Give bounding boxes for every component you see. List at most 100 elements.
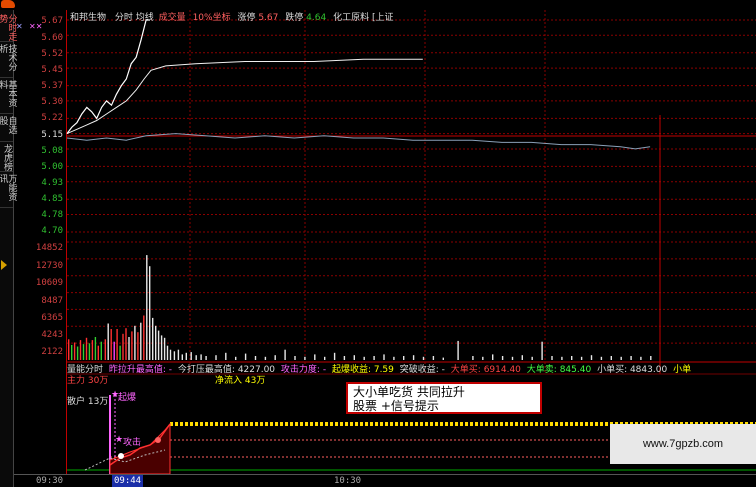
volume-bar bbox=[91, 340, 94, 360]
indicator-seg-attack-strength: 攻击力度: - bbox=[280, 365, 327, 375]
popup-line-1: 大小单吃货 共同拉升 bbox=[353, 385, 465, 399]
indicator-seg-burst-return: 起爆收益: 7.59 bbox=[331, 365, 394, 375]
indicator-seg-small-buy: 小单买: 4843.00 bbox=[597, 365, 668, 375]
volume-bar bbox=[116, 329, 118, 360]
volume-bar bbox=[119, 345, 121, 360]
volume-bar bbox=[630, 356, 632, 360]
stock-header: 和邦生物 分时 均线 成交量 10%坐标 涨停 5.67 跌停 4.64 化工原… bbox=[70, 10, 393, 23]
volume-bar bbox=[169, 349, 172, 360]
average-price-line bbox=[66, 58, 423, 135]
indicator-seg-big-buy: 大单买: 6914.40 bbox=[450, 365, 521, 375]
volume-bar bbox=[152, 317, 154, 360]
volume-bar bbox=[146, 255, 148, 360]
mode-intraday[interactable]: 分时 bbox=[115, 13, 133, 23]
volume-bar bbox=[225, 352, 227, 360]
volume-grid bbox=[67, 241, 756, 344]
volume-bar bbox=[541, 341, 543, 360]
volume-bar bbox=[79, 340, 82, 360]
volume-bar bbox=[177, 349, 180, 360]
up-stop-value: 5.67 bbox=[258, 13, 279, 23]
volume-bar bbox=[122, 333, 124, 360]
volume-bar bbox=[274, 355, 276, 360]
volume-bar bbox=[650, 356, 652, 360]
signal-dot bbox=[118, 453, 124, 459]
volume-bar bbox=[104, 339, 106, 360]
limit-scale-toggle[interactable]: 10%坐标 bbox=[193, 13, 231, 23]
signal-dot bbox=[155, 437, 161, 443]
up-stop-label: 涨停 bbox=[237, 13, 256, 23]
attack-star-icon: ★ bbox=[115, 435, 124, 445]
down-stop-value: 4.64 bbox=[306, 13, 327, 23]
mode-average[interactable]: 均线 bbox=[136, 13, 154, 23]
time-axis: 09:30 09:44 10:30 bbox=[14, 474, 756, 487]
volume-bar bbox=[472, 356, 474, 360]
volume-bar bbox=[482, 356, 484, 360]
volume-bar bbox=[215, 355, 217, 360]
volume-bar bbox=[68, 339, 70, 360]
net-inflow-label: 净流入 43万 bbox=[215, 376, 266, 386]
volume-bar bbox=[531, 356, 533, 360]
volume-bar bbox=[110, 329, 112, 360]
volume-bar bbox=[521, 355, 523, 360]
volume-bar bbox=[501, 356, 504, 360]
volume-bar bbox=[195, 355, 197, 360]
volume-bar bbox=[571, 356, 573, 360]
volume-bar bbox=[551, 356, 553, 360]
volume-bar bbox=[157, 330, 160, 360]
burst-label: 起爆 bbox=[118, 393, 137, 403]
exchange-label: [上证 bbox=[371, 13, 394, 23]
volume-bar bbox=[85, 337, 88, 360]
volume-bar bbox=[590, 355, 593, 360]
watermark: www.7gpzb.com bbox=[610, 424, 756, 464]
volume-bar bbox=[163, 337, 166, 360]
volume-bar bbox=[137, 332, 139, 360]
volume-bar bbox=[324, 356, 326, 360]
attack-label: 攻击 bbox=[123, 438, 142, 448]
volume-bar bbox=[71, 344, 73, 360]
volume-bar bbox=[304, 356, 306, 360]
signal-popup: 大小单吃货 共同拉升 股票 +信号提示 bbox=[346, 382, 542, 414]
volume-bar bbox=[640, 356, 642, 360]
volume-bar bbox=[190, 352, 192, 360]
main-force-label: 主力 30万 bbox=[67, 376, 109, 386]
volume-bar bbox=[511, 356, 514, 360]
volume-bar bbox=[383, 354, 385, 360]
industry-label: 化工原料 bbox=[333, 13, 370, 23]
volume-bar bbox=[140, 322, 142, 360]
down-stop-label: 跌停 bbox=[285, 13, 304, 23]
volume-bar bbox=[88, 343, 91, 360]
volume-bar bbox=[314, 354, 316, 360]
volume-bar bbox=[100, 341, 102, 360]
indicator-seg-small-more: 小单 bbox=[673, 365, 692, 375]
volume-bar bbox=[600, 356, 603, 360]
stock-name: 和邦生物 bbox=[70, 13, 107, 23]
volume-toggle[interactable]: 成交量 bbox=[159, 13, 186, 23]
volume-bar bbox=[235, 356, 237, 360]
volume-bar bbox=[403, 356, 405, 360]
popup-line-2: 股票 +信号提示 bbox=[353, 399, 439, 413]
indicator-seg-big-sell: 大单卖: 845.40 bbox=[526, 365, 592, 375]
burst-star-icon: ★ bbox=[111, 390, 120, 400]
volume-bar bbox=[205, 356, 207, 360]
volume-bar bbox=[107, 323, 109, 360]
volume-bar bbox=[131, 331, 133, 360]
volume-bar bbox=[134, 325, 136, 360]
time-cursor[interactable]: 09:44 bbox=[112, 475, 144, 487]
volume-bar bbox=[143, 315, 145, 360]
volume-bar bbox=[610, 356, 612, 360]
volume-bar bbox=[492, 354, 494, 360]
volume-bar bbox=[294, 356, 296, 360]
volume-bar bbox=[432, 356, 435, 360]
volume-bar bbox=[333, 352, 336, 360]
volume-bar bbox=[284, 349, 286, 360]
indicator-seg-break-return: 突破收益: - bbox=[399, 365, 445, 375]
volume-bar bbox=[353, 355, 355, 360]
volume-bar bbox=[149, 266, 151, 360]
volume-bar bbox=[173, 351, 176, 360]
volume-bar bbox=[160, 335, 163, 360]
volume-bar bbox=[254, 356, 257, 360]
volume-bar bbox=[82, 344, 85, 360]
time-start: 09:30 bbox=[36, 476, 64, 486]
volume-bar bbox=[457, 340, 459, 360]
volume-bar bbox=[97, 345, 99, 360]
